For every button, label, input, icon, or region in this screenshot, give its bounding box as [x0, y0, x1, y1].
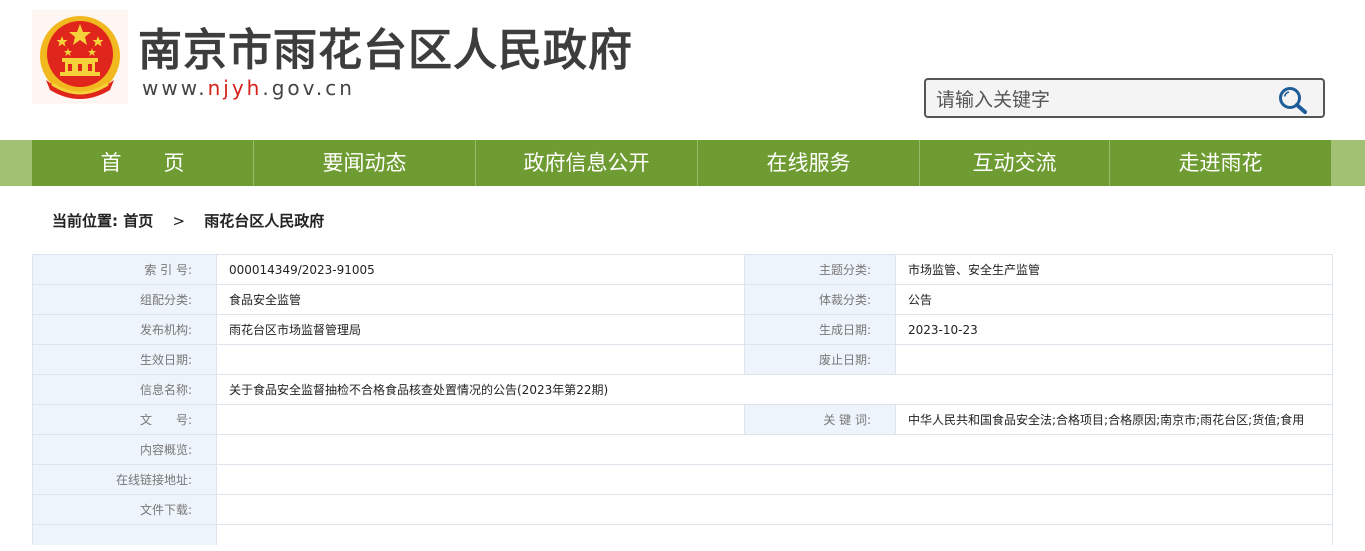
index-value: 000014349/2023-91005	[216, 254, 745, 285]
breadcrumb-current-link[interactable]: 雨花台区人民政府	[204, 212, 324, 230]
overview-label: 内容概览:	[32, 434, 217, 465]
effective-date-value	[216, 344, 745, 375]
table-row: 信息名称: 关于食品安全监督抽检不合格食品核查处置情况的公告(2023年第22期…	[32, 374, 1333, 405]
table-row: 在线链接地址:	[32, 464, 1333, 495]
url-highlight: njyh	[207, 76, 263, 100]
nav-item-gov-info[interactable]: 政府信息公开	[476, 140, 698, 186]
nav-item-about-yuhua[interactable]: 走进雨花	[1110, 140, 1331, 186]
table-row: 文 号: 关 键 词: 中华人民共和国食品安全法;合格项目;合格原因;南京市;雨…	[32, 404, 1333, 435]
table-row: 内容概览:	[32, 434, 1333, 465]
site-header: 南京市雨花台区人民政府 www.njyh.gov.cn	[0, 0, 1365, 140]
doc-number-value	[216, 404, 745, 435]
index-label: 索 引 号:	[32, 254, 217, 285]
site-title[interactable]: 南京市雨花台区人民政府	[138, 14, 633, 78]
breadcrumb-home-link[interactable]: 首页	[123, 212, 153, 230]
search-icon[interactable]	[1277, 85, 1309, 115]
table-row: 索 引 号: 000014349/2023-91005 主题分类: 市场监管、安…	[32, 254, 1333, 285]
publisher-label: 发布机构:	[32, 314, 217, 345]
breadcrumb-label: 当前位置:	[52, 212, 118, 230]
nav-item-online-service[interactable]: 在线服务	[698, 140, 920, 186]
url-prefix: www.	[142, 76, 208, 100]
site-url[interactable]: www.njyh.gov.cn	[142, 76, 355, 100]
abolish-date-value	[895, 344, 1333, 375]
url-suffix: .gov.cn	[262, 76, 355, 100]
topic-label: 主题分类:	[744, 254, 896, 285]
search-input[interactable]	[934, 84, 1268, 116]
main-nav: 首 页 要闻动态 政府信息公开 在线服务 互动交流 走进雨花	[0, 140, 1365, 186]
nav-bar-inner: 首 页 要闻动态 政府信息公开 在线服务 互动交流 走进雨花	[32, 140, 1331, 186]
nav-item-interaction[interactable]: 互动交流	[920, 140, 1110, 186]
breadcrumb-separator: >	[172, 212, 186, 230]
doc-number-label: 文 号:	[32, 404, 217, 435]
table-row: 组配分类: 食品安全监管 体裁分类: 公告	[32, 284, 1333, 315]
abolish-date-label: 废止日期:	[744, 344, 896, 375]
table-row: 发布机构: 雨花台区市场监督管理局 生成日期: 2023-10-23	[32, 314, 1333, 345]
table-row: 生效日期: 废止日期:	[32, 344, 1333, 375]
info-name-label: 信息名称:	[32, 374, 217, 405]
genre-value: 公告	[895, 284, 1333, 315]
empty-value-cell	[216, 524, 1333, 545]
group-label: 组配分类:	[32, 284, 217, 315]
empty-label-cell	[32, 524, 217, 545]
publisher-value: 雨花台区市场监督管理局	[216, 314, 745, 345]
effective-date-label: 生效日期:	[32, 344, 217, 375]
file-download-label: 文件下载:	[32, 494, 217, 525]
search-box	[924, 78, 1325, 118]
online-link-label: 在线链接地址:	[32, 464, 217, 495]
keywords-value: 中华人民共和国食品安全法;合格项目;合格原因;南京市;雨花台区;货值;食用	[895, 404, 1333, 435]
file-download-value	[216, 494, 1333, 525]
online-link-value	[216, 464, 1333, 495]
info-metadata-table: 索 引 号: 000014349/2023-91005 主题分类: 市场监管、安…	[32, 254, 1333, 545]
genre-label: 体裁分类:	[744, 284, 896, 315]
info-name-value: 关于食品安全监督抽检不合格食品核查处置情况的公告(2023年第22期)	[216, 374, 1333, 405]
group-value: 食品安全监管	[216, 284, 745, 315]
nav-item-home[interactable]: 首 页	[32, 140, 254, 186]
overview-value	[216, 434, 1333, 465]
keywords-label: 关 键 词:	[744, 404, 896, 435]
national-emblem-icon[interactable]	[32, 10, 128, 104]
breadcrumb: 当前位置: 首页 > 雨花台区人民政府	[52, 210, 324, 231]
created-date-label: 生成日期:	[744, 314, 896, 345]
table-row: 文件下载:	[32, 494, 1333, 525]
table-row	[32, 524, 1333, 545]
created-date-value: 2023-10-23	[895, 314, 1333, 345]
topic-value: 市场监管、安全生产监管	[895, 254, 1333, 285]
nav-item-news[interactable]: 要闻动态	[254, 140, 476, 186]
